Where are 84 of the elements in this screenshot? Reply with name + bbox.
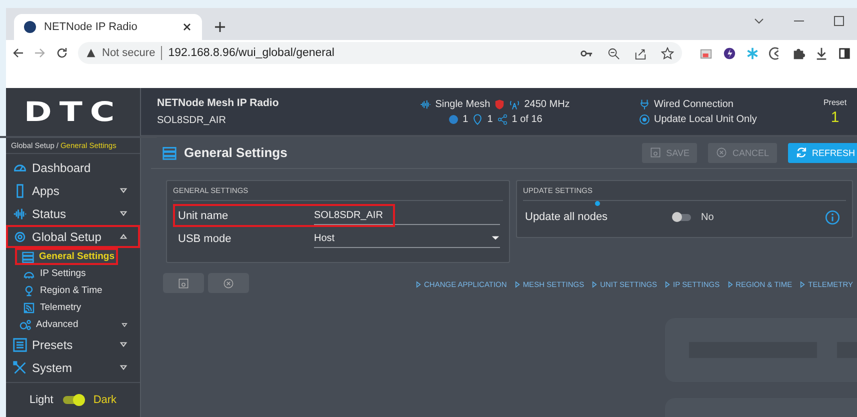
bolt-icon[interactable] xyxy=(723,46,736,60)
nav-item[interactable]: Dashboard xyxy=(6,156,140,179)
zoom-out-icon[interactable] xyxy=(607,46,620,60)
triangle-icon xyxy=(514,281,520,288)
antenna-icon xyxy=(509,98,520,110)
nav-subitem[interactable]: Region & Time xyxy=(6,282,136,299)
extension-icon[interactable] xyxy=(700,46,713,60)
triangle-icon xyxy=(728,281,733,288)
nav-item[interactable]: Status xyxy=(6,202,140,225)
download-icon[interactable] xyxy=(815,46,828,60)
star-icon[interactable] xyxy=(661,46,674,60)
theme-toggle[interactable] xyxy=(63,396,84,404)
page-title: General Settings xyxy=(184,145,288,160)
puzzle-icon[interactable] xyxy=(792,46,805,60)
caret-icon xyxy=(119,233,128,240)
maximize-icon[interactable] xyxy=(833,15,845,27)
preset-number: 1 xyxy=(830,108,840,126)
select-field[interactable]: Host xyxy=(314,229,500,248)
side-panel-icon[interactable] xyxy=(838,46,851,60)
field-label: Update all nodes xyxy=(525,211,609,223)
info-icon[interactable] xyxy=(825,210,840,224)
nav-subitem[interactable]: Advanced xyxy=(6,316,136,333)
warning-icon xyxy=(86,48,96,58)
plug-icon xyxy=(639,98,650,110)
triangle-icon xyxy=(800,281,806,288)
dropdown-arrow-icon xyxy=(491,235,500,241)
input-field[interactable]: SOL8SDR_AIR xyxy=(314,206,500,225)
share-nodes-icon xyxy=(496,114,508,124)
location-count: 1 xyxy=(487,114,493,124)
triangle-icon xyxy=(592,281,598,288)
tab-title: NETNode IP Radio xyxy=(44,21,138,33)
nav-subitem[interactable]: General Settings xyxy=(15,248,118,265)
nav-item[interactable]: System xyxy=(6,356,140,379)
nav-subitem[interactable]: Telemetry xyxy=(6,299,136,316)
link-count: 1 of 16 xyxy=(512,114,542,124)
refresh-icon xyxy=(796,147,807,158)
security-label: Not secure xyxy=(102,47,156,59)
caret-icon xyxy=(119,210,128,217)
server-icon xyxy=(161,146,178,160)
device-name: SOL8SDR_AIR xyxy=(157,115,227,126)
list-icon xyxy=(13,338,27,352)
mesh-mode: Single Mesh xyxy=(435,98,490,110)
back-icon[interactable] xyxy=(12,47,24,59)
nav-item[interactable]: Global Setup xyxy=(6,225,140,248)
location-pin-icon xyxy=(472,114,484,124)
radio-target-icon xyxy=(639,114,650,124)
nav-item[interactable]: Presets xyxy=(6,333,140,356)
preset-label: Preset xyxy=(823,98,847,106)
favicon-icon xyxy=(24,21,36,33)
server-icon xyxy=(22,250,34,262)
nav-subitem[interactable]: IP Settings xyxy=(6,265,136,282)
reload-icon[interactable] xyxy=(56,47,68,59)
shield-icon xyxy=(494,98,506,110)
nav-item[interactable]: Apps xyxy=(6,179,140,202)
device-title: NETNode Mesh IP Radio xyxy=(157,97,280,109)
frequency: 2450 MHz xyxy=(524,98,570,110)
toggle-switch[interactable] xyxy=(673,214,691,220)
field-label: Unit name xyxy=(177,210,230,222)
caret-icon xyxy=(119,187,128,194)
browser-tab[interactable]: NETNode IP Radio xyxy=(14,14,202,40)
dark-label: Dark xyxy=(93,394,117,406)
triangle-icon xyxy=(416,281,422,288)
waveform-icon xyxy=(13,206,27,220)
light-label: Light xyxy=(29,394,54,406)
cancel-icon xyxy=(223,278,234,288)
rss-icon xyxy=(23,302,35,314)
caret-icon xyxy=(119,364,128,371)
url-text: 192.168.8.96/wui_global/general xyxy=(168,47,334,59)
caret-icon xyxy=(119,341,128,348)
caret-icon xyxy=(121,322,128,328)
tools-icon xyxy=(13,360,27,374)
save-button[interactable] xyxy=(163,273,204,293)
triangle-icon xyxy=(665,281,670,288)
toggle-state: No xyxy=(701,212,714,222)
new-tab-icon[interactable] xyxy=(214,21,226,33)
share-icon[interactable] xyxy=(634,46,647,60)
node-count: 1 xyxy=(462,114,468,124)
field-label: USB mode xyxy=(177,232,232,244)
address-field[interactable]: Not secure 192.168.8.96/wui_global/general xyxy=(78,42,682,64)
close-icon[interactable] xyxy=(182,22,192,32)
cancel-icon xyxy=(716,147,728,158)
connection-status: Wired Connection xyxy=(654,98,734,110)
waveform-icon xyxy=(420,98,432,110)
update-mode: Update Local Unit Only xyxy=(654,114,757,124)
